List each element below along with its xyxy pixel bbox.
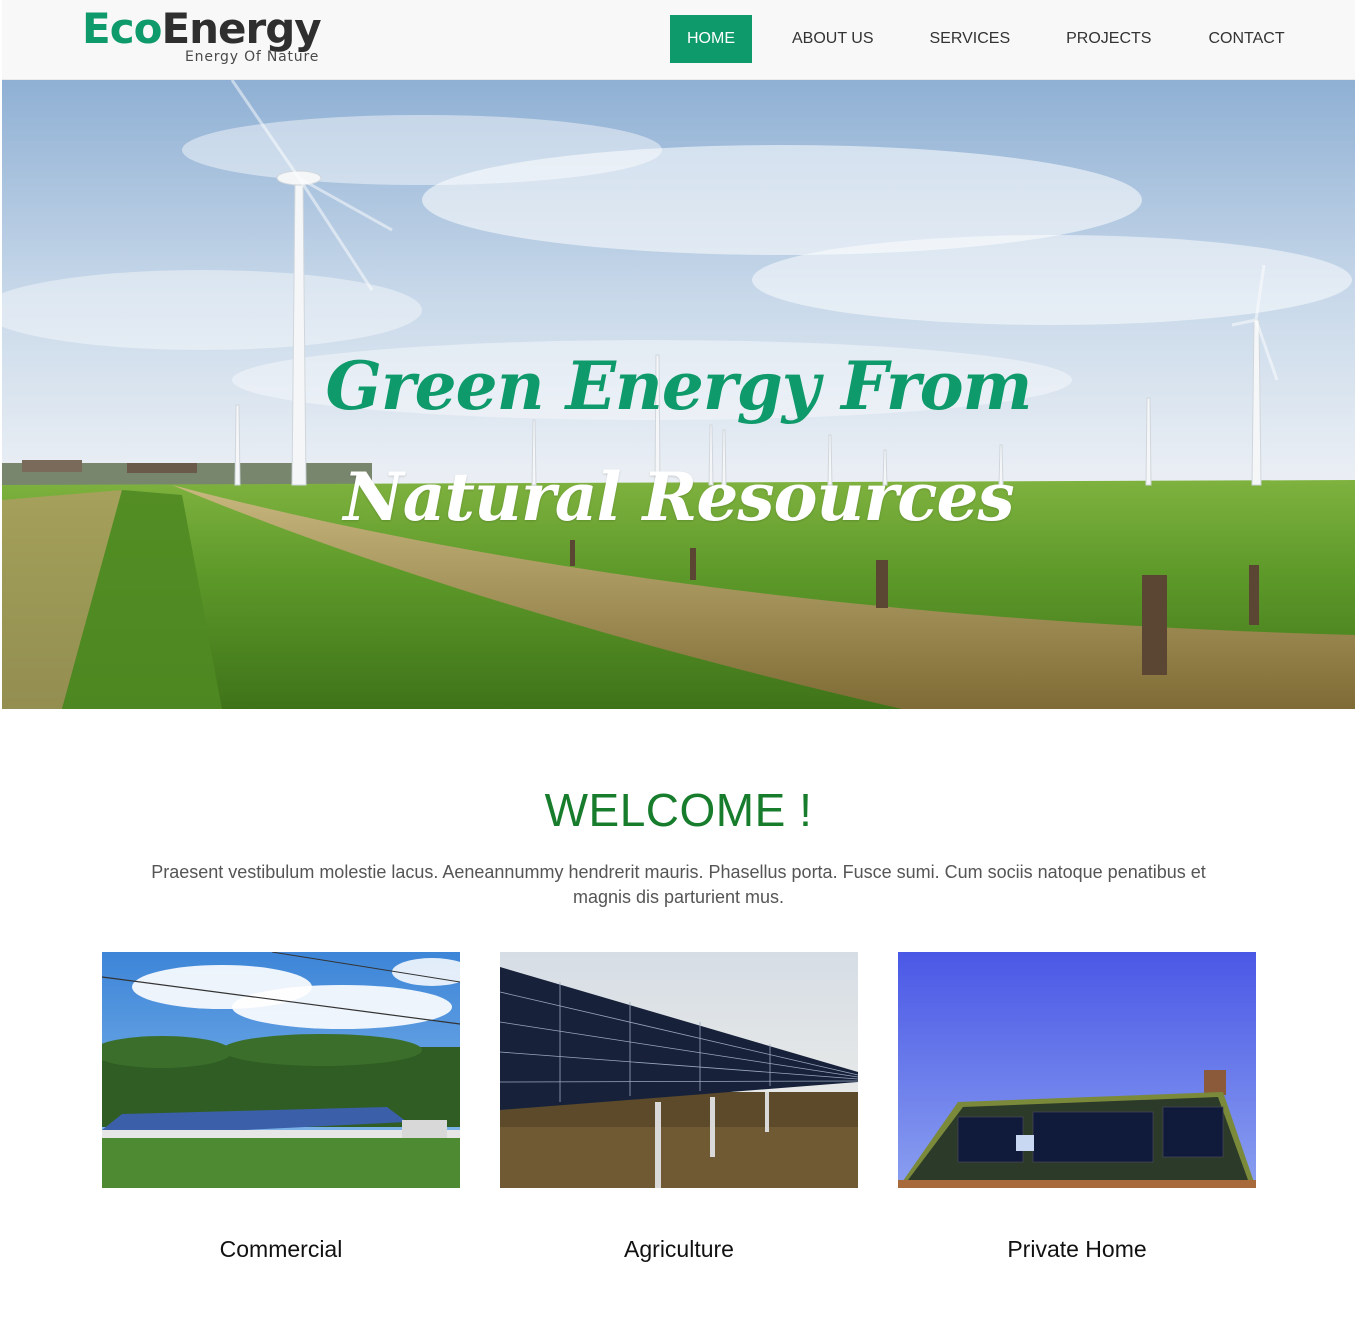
logo-energy: Energy (161, 4, 321, 53)
nav-home[interactable]: HOME (670, 15, 752, 63)
nav-projects[interactable]: PROJECTS (1066, 15, 1151, 63)
site-logo[interactable]: EcoEnergy Energy Of Nature (82, 7, 322, 69)
hero-banner: Green Energy From Natural Resources (2, 80, 1355, 709)
agriculture-image (500, 952, 858, 1188)
card-title-private-home[interactable]: Private Home (898, 1236, 1256, 1263)
welcome-title: WELCOME ! (544, 784, 813, 836)
logo-wordmark: EcoEnergy (82, 7, 322, 51)
service-card-private-home[interactable]: Private Home (898, 952, 1256, 1263)
service-card-agriculture[interactable]: Agriculture (500, 952, 858, 1263)
hero-heading-line2: Natural Resources (343, 458, 1014, 536)
main-nav: HOME ABOUT US SERVICES PROJECTS CONTACT (670, 15, 1285, 63)
nav-contact[interactable]: CONTACT (1208, 15, 1284, 63)
logo-eco: Eco (82, 4, 162, 53)
commercial-image (102, 952, 460, 1188)
welcome-text: Praesent vestibulum molestie lacus. Aene… (151, 862, 1206, 907)
logo-tagline: Energy Of Nature (185, 49, 320, 65)
nav-about-us[interactable]: ABOUT US (792, 15, 874, 63)
service-card-commercial[interactable]: Commercial (102, 952, 460, 1263)
hero-heading-line1: Green Energy From (325, 347, 1033, 425)
card-title-commercial[interactable]: Commercial (102, 1236, 460, 1263)
nav-services[interactable]: SERVICES (930, 15, 1011, 63)
site-header: EcoEnergy Energy Of Nature HOME ABOUT US… (2, 0, 1355, 80)
private-home-image (898, 952, 1256, 1188)
card-title-agriculture[interactable]: Agriculture (500, 1236, 858, 1263)
